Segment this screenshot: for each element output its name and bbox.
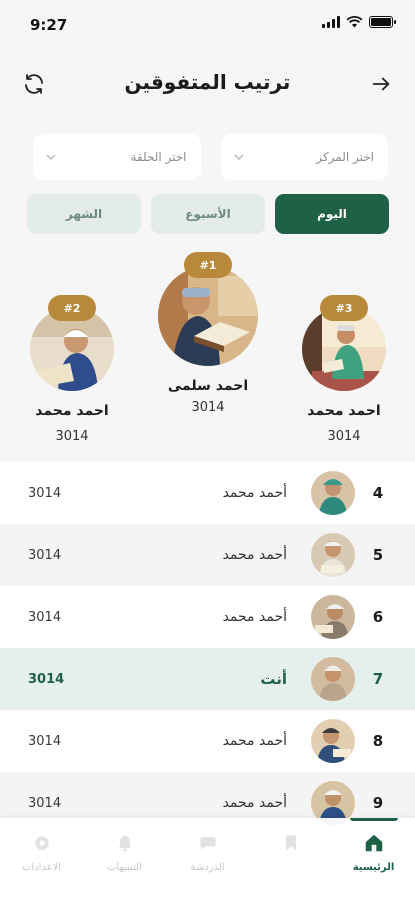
status-icons	[322, 16, 396, 28]
row-rank: 9	[372, 794, 384, 812]
chevron-down-icon	[46, 154, 56, 161]
row-rank: 8	[372, 732, 384, 750]
avatar	[311, 719, 355, 763]
podium-name: احمد محمد	[307, 403, 381, 419]
nav-home[interactable]: الرئيسية	[332, 818, 415, 900]
tab-today[interactable]: اليوم	[275, 194, 389, 234]
circle-select-placeholder: اختر الحلقة	[130, 150, 187, 164]
tab-week[interactable]: الأسبوع	[151, 194, 265, 234]
row-score: 3014	[28, 795, 62, 811]
table-row[interactable]: 6 أحمد محمد 3014	[0, 586, 415, 648]
row-score: 3014	[28, 671, 65, 687]
nav-notifications-label: التنبيهات	[107, 862, 142, 873]
row-name: أحمد محمد	[222, 609, 287, 625]
rank-badge: #1	[184, 252, 232, 278]
nav-home-label: الرئيسية	[352, 862, 395, 873]
avatar	[311, 471, 355, 515]
nav-chat-label: الدردشة	[190, 862, 225, 873]
ranking-list: 4 أحمد محمد 3014 5 أحمد محمد 3014 6 أحمد…	[0, 462, 415, 834]
podium-name: احمد محمد	[35, 403, 109, 419]
circle-select[interactable]: اختر الحلقة	[33, 134, 201, 180]
rank-badge: #2	[48, 295, 96, 321]
chat-icon	[200, 837, 215, 850]
gear-icon	[34, 836, 49, 850]
wifi-icon	[346, 16, 363, 28]
table-row[interactable]: 8 أحمد محمد 3014	[0, 710, 415, 772]
podium-second[interactable]: #2 احمد محمد 3014	[29, 295, 115, 444]
period-tabs: اليوم الأسبوع الشهر	[27, 194, 389, 234]
nav-notifications[interactable]: التنبيهات	[83, 818, 166, 900]
arrow-right-icon	[372, 77, 390, 91]
bell-icon	[117, 835, 132, 852]
podium-score: 3014	[55, 429, 89, 444]
row-score: 3014	[28, 609, 62, 625]
header: ترتيب المتفوقين	[0, 60, 415, 108]
bookmark-icon	[285, 835, 296, 851]
podium-first[interactable]: #1 احمد سلمى 3014	[158, 252, 258, 415]
row-name: أنت	[260, 670, 287, 688]
avatar	[311, 595, 355, 639]
row-score: 3014	[28, 485, 62, 501]
avatar	[158, 266, 258, 366]
center-select-placeholder: اختر المركز	[316, 150, 374, 164]
row-rank: 5	[372, 546, 384, 564]
nav-chat[interactable]: الدردشة	[166, 818, 249, 900]
bottom-nav: الرئيسية الدردشة التنبيهات الاعدادات	[0, 818, 415, 900]
center-select[interactable]: اختر المركز	[220, 134, 388, 180]
nav-settings[interactable]: الاعدادات	[0, 818, 83, 900]
avatar	[311, 657, 355, 701]
home-icon	[365, 834, 382, 852]
podium-name: احمد سلمى	[167, 378, 249, 394]
battery-icon	[369, 16, 396, 28]
rank-badge: #3	[320, 295, 368, 321]
filters: اختر المركز اختر الحلقة	[33, 134, 388, 180]
table-row[interactable]: 4 أحمد محمد 3014	[0, 462, 415, 524]
page-title: ترتيب المتفوقين	[124, 70, 291, 94]
back-button[interactable]	[365, 68, 397, 100]
row-name: أحمد محمد	[222, 485, 287, 501]
tab-month[interactable]: الشهر	[27, 194, 141, 234]
table-row-current-user[interactable]: 7 أنت 3014	[0, 648, 415, 710]
row-rank: 4	[372, 484, 384, 502]
row-rank: 7	[372, 670, 384, 688]
row-rank: 6	[372, 608, 384, 626]
chevron-down-icon	[233, 154, 244, 161]
podium-score: 3014	[327, 429, 361, 444]
avatar	[311, 533, 355, 577]
status-time: 9:27	[30, 16, 68, 34]
nav-settings-label: الاعدادات	[21, 862, 62, 873]
podium-score: 3014	[191, 400, 225, 415]
row-score: 3014	[28, 733, 62, 749]
signal-icon	[322, 16, 340, 28]
row-name: أحمد محمد	[222, 547, 287, 563]
status-bar: 9:27	[0, 0, 415, 48]
podium-third[interactable]: #3 احمد محمد 3014	[301, 295, 387, 444]
row-name: أحمد محمد	[222, 733, 287, 749]
row-score: 3014	[28, 547, 62, 563]
row-name: أحمد محمد	[222, 795, 287, 811]
nav-item-2[interactable]	[249, 818, 332, 900]
table-row[interactable]: 5 أحمد محمد 3014	[0, 524, 415, 586]
